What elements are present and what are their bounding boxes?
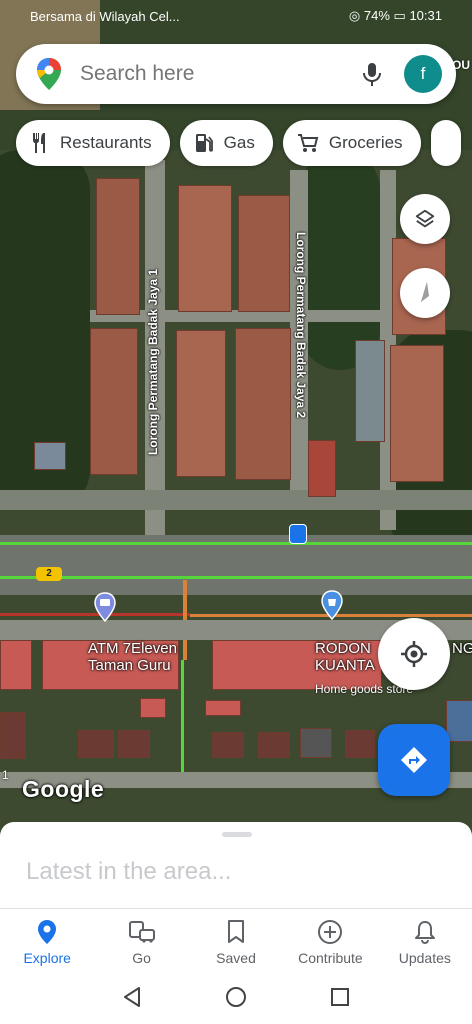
building (96, 178, 140, 315)
tab-contribute[interactable]: Contribute (283, 909, 377, 971)
vegetation (300, 150, 380, 370)
tab-explore[interactable]: Explore (0, 909, 94, 971)
chip-restaurants[interactable]: Restaurants (16, 120, 170, 166)
compass-icon (421, 282, 429, 302)
recents-icon[interactable] (329, 986, 351, 1008)
building (34, 442, 66, 470)
building (178, 185, 232, 312)
google-logo: Google (22, 776, 105, 802)
atm-pin-icon[interactable] (93, 592, 117, 622)
carrier-text: Bersama di Wilayah Cel... (30, 8, 180, 24)
tab-label: Explore (23, 950, 71, 966)
sheet-drag-handle[interactable] (222, 832, 252, 837)
traffic-line (0, 576, 472, 579)
directions-button[interactable] (378, 724, 450, 796)
commute-icon (128, 921, 155, 943)
chip-label: Groceries (328, 133, 403, 152)
street-label: Lorong Permatang Badak Jaya 2 (294, 232, 308, 419)
clock-text: 10:31 (409, 8, 442, 23)
building (238, 195, 290, 312)
battery-text: 74% (363, 8, 390, 23)
building (0, 712, 26, 759)
chip-groceries[interactable]: Groceries (282, 120, 421, 166)
crosshair-icon (401, 641, 427, 667)
status-right: ◎ 74% ▭ 10:31 (349, 8, 442, 24)
building (140, 698, 166, 718)
microphone-icon[interactable] (362, 61, 382, 87)
back-icon[interactable] (121, 986, 143, 1008)
avatar[interactable]: f (404, 55, 442, 93)
location-icon: ◎ (348, 8, 361, 23)
bus-stop-icon[interactable] (289, 524, 307, 544)
gas-pump-icon (195, 134, 213, 152)
place-label-fragment: NG (452, 640, 472, 657)
tab-label: Contribute (298, 950, 363, 966)
battery-icon: ▭ (393, 8, 406, 23)
layers-button[interactable] (400, 194, 450, 244)
bookmark-icon (228, 920, 245, 943)
place-label-store[interactable]: RODON KUANTA (315, 640, 375, 674)
route-shield: 2 (36, 567, 62, 581)
traffic-line (0, 542, 472, 545)
street-label: Lorong Permatang Badak Jaya 1 (146, 268, 160, 455)
building (78, 730, 114, 758)
shopping-pin-icon[interactable] (320, 590, 344, 620)
chip-more[interactable] (430, 120, 461, 166)
place-label-atm[interactable]: ATM 7Eleven Taman Guru (88, 640, 177, 674)
add-circle-icon (318, 920, 343, 944)
building (235, 328, 291, 480)
search-input[interactable] (78, 61, 362, 87)
building (90, 328, 138, 475)
building (446, 700, 472, 742)
sheet-title: Latest in the area... (26, 858, 232, 885)
place-label-line: RODON (315, 640, 371, 657)
building (355, 340, 385, 442)
building (205, 700, 241, 716)
chip-label: Restaurants (60, 133, 152, 152)
cart-icon (297, 134, 319, 152)
traffic-line (181, 660, 184, 780)
place-label-line: Taman Guru (88, 657, 171, 674)
tab-go[interactable]: Go (94, 909, 188, 971)
chip-gas[interactable]: Gas (179, 120, 273, 166)
tab-label: Updates (398, 950, 451, 966)
building (308, 440, 336, 497)
bottom-navigation: Explore Go Saved Contribute Updates (0, 908, 472, 971)
road (0, 490, 472, 510)
my-location-button[interactable] (378, 618, 450, 690)
tab-label: Go (132, 950, 151, 966)
search-bar[interactable]: f (16, 44, 456, 104)
building (212, 732, 244, 758)
home-icon[interactable] (225, 986, 247, 1008)
building (390, 345, 444, 482)
edge-label: 1 (2, 768, 9, 782)
maps-logo-icon (37, 58, 61, 90)
tab-updates[interactable]: Updates (378, 909, 472, 971)
building (300, 728, 332, 758)
bell-icon (414, 921, 435, 945)
building (258, 732, 290, 758)
chip-label: Gas (223, 133, 255, 152)
building (0, 640, 32, 690)
compass-button[interactable] (400, 268, 450, 318)
bottom-sheet[interactable]: Latest in the area... (0, 822, 472, 912)
location-pin-icon (38, 920, 57, 944)
building (118, 730, 150, 758)
place-label-line: KUANTA (315, 657, 375, 674)
category-chips: Restaurants Gas Groceries (16, 120, 461, 166)
directions-icon (401, 747, 427, 773)
tab-saved[interactable]: Saved (189, 909, 283, 971)
system-navigation-bar (0, 970, 472, 1024)
fork-knife-icon (33, 133, 45, 153)
building (176, 330, 226, 477)
layers-icon (415, 209, 435, 228)
status-bar: Bersama di Wilayah Cel... ◎ 74% ▭ 10:31 (0, 0, 472, 32)
place-label-line: ATM 7Eleven (88, 640, 177, 657)
building (345, 730, 375, 758)
tab-label: Saved (216, 950, 256, 966)
